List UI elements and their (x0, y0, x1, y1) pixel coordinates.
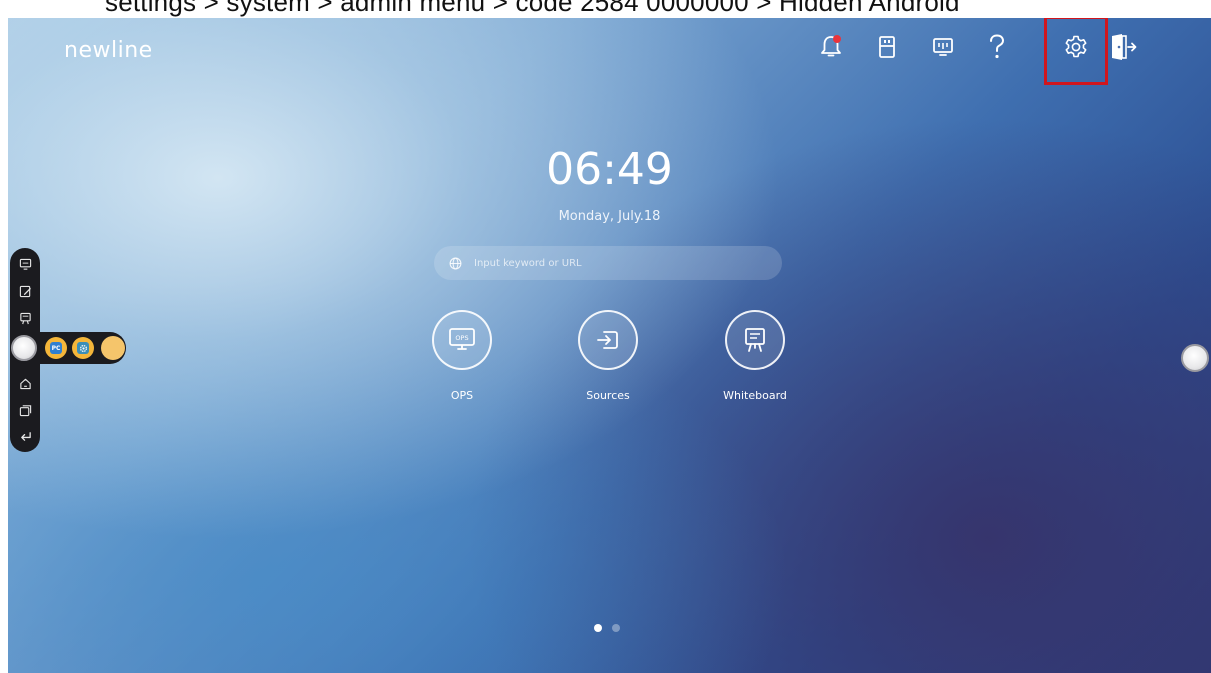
sidebar-item-annotate[interactable] (17, 283, 33, 299)
help-question-icon (990, 34, 1005, 59)
home-screen: newline 06:49 Monday, July.18 Input keyw… (8, 18, 1211, 673)
right-floating-ball[interactable] (1181, 344, 1209, 372)
notification-button[interactable] (814, 30, 848, 64)
app-ops-circle[interactable]: OPS (432, 310, 492, 370)
sidebar-item-ops[interactable] (17, 256, 33, 272)
back-icon (20, 431, 31, 441)
screen-share-button[interactable] (926, 30, 960, 64)
settings-app-icon (77, 342, 89, 354)
help-button[interactable] (980, 30, 1014, 64)
pinned-settings-app[interactable] (72, 337, 94, 359)
whiteboard-mini-icon (19, 312, 31, 324)
settings-highlight-box (1044, 18, 1108, 85)
ops-badge-text: OPS (455, 334, 468, 342)
ops-computer-icon: OPS (449, 328, 475, 350)
pinned-empty-slot[interactable] (101, 336, 125, 360)
brand-logo: newline (64, 38, 153, 63)
search-input[interactable] (472, 256, 776, 270)
app-whiteboard-label: Whiteboard (723, 389, 787, 402)
sidebar-item-whiteboard[interactable] (17, 310, 33, 326)
page-dot-active[interactable] (594, 624, 602, 632)
clock-time: 06:49 (546, 144, 673, 195)
app-ops[interactable]: OPS OPS (417, 310, 507, 402)
sidebar-item-back[interactable] (17, 428, 33, 444)
multitask-icon (19, 404, 31, 416)
exit-door-icon (1112, 34, 1137, 60)
search-bar[interactable] (434, 246, 782, 280)
whiteboard-easel-icon (745, 328, 765, 352)
bell-notification-icon (821, 35, 841, 57)
exit-button[interactable] (1106, 30, 1140, 64)
instruction-caption-text: settings > system > admin menu > code 25… (105, 0, 960, 17)
globe-icon (448, 256, 462, 270)
clock-date: Monday, July.18 (558, 209, 661, 224)
app-sources-label: Sources (586, 389, 630, 402)
sidebar-item-home[interactable] (17, 375, 33, 391)
pinned-pc-app[interactable]: PC (45, 337, 67, 359)
instruction-caption: settings > system > admin menu > code 25… (0, 0, 1211, 18)
app-sources-circle[interactable] (578, 310, 638, 370)
home-icon (19, 378, 31, 389)
app-ops-label: OPS (450, 389, 474, 402)
ops-mini-icon (19, 258, 31, 270)
pc-app-icon: PC (50, 342, 62, 354)
sidebar-item-multitask[interactable] (17, 402, 33, 418)
app-whiteboard[interactable]: Whiteboard (710, 310, 800, 402)
annotate-icon (19, 285, 31, 297)
page-dot[interactable] (612, 624, 620, 632)
left-floating-ball[interactable] (11, 335, 37, 361)
page-indicator (594, 624, 620, 632)
app-sources[interactable]: Sources (563, 310, 653, 402)
app-whiteboard-circle[interactable] (725, 310, 785, 370)
usb-drive-icon (879, 36, 895, 58)
screen-share-icon (933, 38, 953, 56)
usb-button[interactable] (870, 30, 904, 64)
input-source-icon (597, 331, 618, 349)
